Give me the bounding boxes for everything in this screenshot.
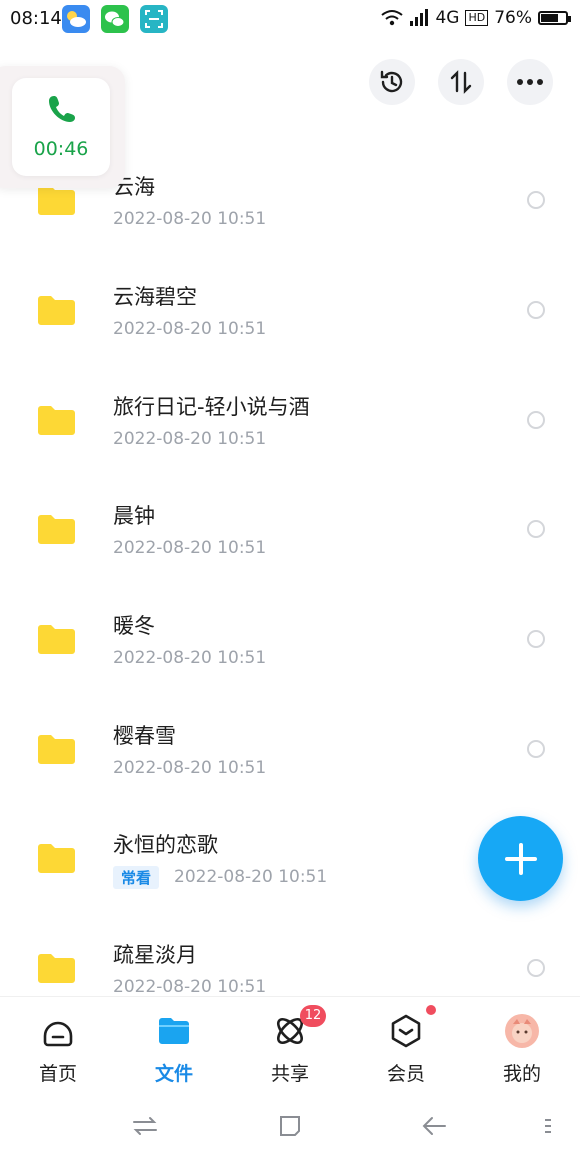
tab-label: 会员 <box>386 1063 425 1085</box>
list-item[interactable]: 暖冬 2022-08-20 10:51 <box>0 584 580 694</box>
file-name: 永恒的恋歌 <box>113 833 218 857</box>
tab-label: 文件 <box>154 1063 193 1085</box>
hd-badge: HD <box>465 10 489 26</box>
battery-icon <box>538 11 571 25</box>
tab-label: 我的 <box>502 1063 541 1085</box>
plus-icon <box>504 842 537 875</box>
file-date: 2022-08-20 10:51 <box>113 209 267 229</box>
folder-icon <box>38 515 75 544</box>
status-indicators: 4G HD 76% <box>381 8 571 28</box>
list-item[interactable]: 旅行日记-轻小说与酒 2022-08-20 10:51 <box>0 365 580 475</box>
history-button[interactable] <box>369 59 415 105</box>
back-arrow-icon <box>422 1117 446 1135</box>
file-date: 2022-08-20 10:51 <box>174 867 328 887</box>
add-button[interactable] <box>478 816 563 901</box>
tab-share[interactable]: 12 共享 <box>232 997 348 1095</box>
folder-icon <box>38 735 75 764</box>
wifi-icon <box>381 10 404 26</box>
select-radio[interactable] <box>527 740 545 758</box>
scan-icon <box>140 5 168 33</box>
switch-apps-button[interactable] <box>125 1108 165 1144</box>
share-badge: 12 <box>300 1005 326 1027</box>
home-system-button[interactable] <box>270 1108 310 1144</box>
call-window[interactable]: 00:46 <box>12 78 110 176</box>
file-date: 2022-08-20 10:51 <box>113 538 267 558</box>
folder-icon <box>159 1018 189 1044</box>
more-button[interactable] <box>507 59 553 105</box>
swap-icon <box>133 1117 157 1135</box>
more-icon <box>517 79 543 85</box>
file-date: 2022-08-20 10:51 <box>113 648 267 668</box>
menu-system-button[interactable] <box>528 1108 568 1144</box>
system-nav <box>0 1094 580 1160</box>
wechat-icon <box>101 5 129 33</box>
select-radio[interactable] <box>527 630 545 648</box>
tab-home[interactable]: 首页 <box>0 997 116 1095</box>
phone-icon <box>49 96 75 122</box>
menu-lines-icon <box>545 1119 551 1133</box>
file-name: 樱春雪 <box>113 724 176 748</box>
status-time: 08:14 <box>10 8 62 29</box>
network-type: 4G <box>435 8 460 28</box>
call-duration: 00:46 <box>33 138 89 160</box>
file-name: 疏星淡月 <box>113 943 197 967</box>
file-date: 2022-08-20 10:51 <box>113 758 267 778</box>
tab-files[interactable]: 文件 <box>116 997 232 1095</box>
file-name: 晨钟 <box>113 504 155 528</box>
select-radio[interactable] <box>527 411 545 429</box>
sort-button[interactable] <box>438 59 484 105</box>
select-radio[interactable] <box>527 959 545 977</box>
list-item[interactable]: 晨钟 2022-08-20 10:51 <box>0 474 580 584</box>
avatar-icon <box>505 1014 539 1048</box>
tab-me[interactable]: 我的 <box>464 997 580 1095</box>
tab-member[interactable]: 会员 <box>348 997 464 1095</box>
folder-icon <box>38 406 75 435</box>
folder-icon <box>38 296 75 325</box>
frequent-badge: 常看 <box>113 866 160 889</box>
list-item[interactable]: 樱春雪 2022-08-20 10:51 <box>0 694 580 804</box>
file-name: 旅行日记-轻小说与酒 <box>113 395 310 419</box>
tab-label: 首页 <box>38 1063 77 1085</box>
select-radio[interactable] <box>527 520 545 538</box>
status-bar: 08:14 4G HD 76% <box>0 0 580 40</box>
signal-icon <box>410 9 429 26</box>
square-icon <box>280 1116 300 1136</box>
select-radio[interactable] <box>527 301 545 319</box>
folder-icon <box>38 844 75 873</box>
bottom-nav: 首页 文件 12 共享 会员 我的 <box>0 996 580 1095</box>
folder-icon <box>38 625 75 654</box>
folder-icon <box>38 954 75 983</box>
sort-icon <box>450 70 472 94</box>
home-icon <box>43 1021 73 1047</box>
select-radio[interactable] <box>527 191 545 209</box>
back-button[interactable] <box>414 1108 454 1144</box>
weather-icon <box>62 5 90 33</box>
file-date: 2022-08-20 10:51 <box>113 429 267 449</box>
file-name: 暖冬 <box>113 614 155 638</box>
tab-label: 共享 <box>270 1063 309 1085</box>
file-date: 2022-08-20 10:51 <box>113 977 267 997</box>
file-date: 2022-08-20 10:51 <box>113 319 267 339</box>
member-notification-dot <box>426 1005 436 1015</box>
member-icon <box>391 1014 421 1048</box>
file-name: 云海碧空 <box>113 285 197 309</box>
list-item[interactable]: 云海碧空 2022-08-20 10:51 <box>0 255 580 365</box>
history-icon <box>380 70 403 93</box>
battery-percent: 76% <box>494 8 532 28</box>
folder-icon <box>38 186 75 215</box>
